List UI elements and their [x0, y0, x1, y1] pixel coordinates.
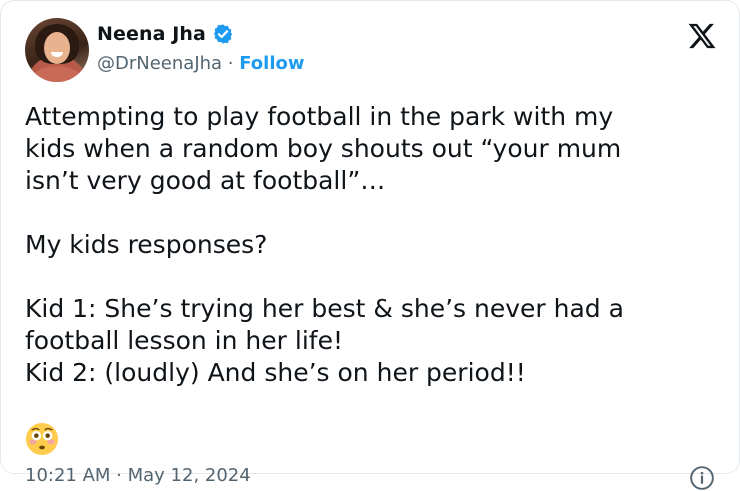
- x-logo-icon[interactable]: [687, 21, 717, 51]
- follow-button[interactable]: Follow: [239, 53, 304, 74]
- author-name-row: Neena Jha: [97, 23, 234, 45]
- flushed-face-emoji: [25, 422, 59, 456]
- author-handle[interactable]: @DrNeenaJha: [97, 53, 222, 74]
- tweet-text: Attempting to play football in the park …: [25, 102, 624, 387]
- tweet-timestamp[interactable]: 10:21 AM · May 12, 2024: [25, 465, 251, 486]
- tweet-card: Neena Jha @DrNeenaJha · Follow Attemptin…: [0, 0, 740, 490]
- separator-dot: ·: [222, 53, 240, 74]
- verified-badge-icon: [213, 24, 233, 44]
- author-name[interactable]: Neena Jha: [97, 23, 206, 45]
- author-handle-row: @DrNeenaJha · Follow: [97, 53, 305, 74]
- avatar[interactable]: [25, 18, 89, 82]
- info-icon[interactable]: [689, 465, 715, 491]
